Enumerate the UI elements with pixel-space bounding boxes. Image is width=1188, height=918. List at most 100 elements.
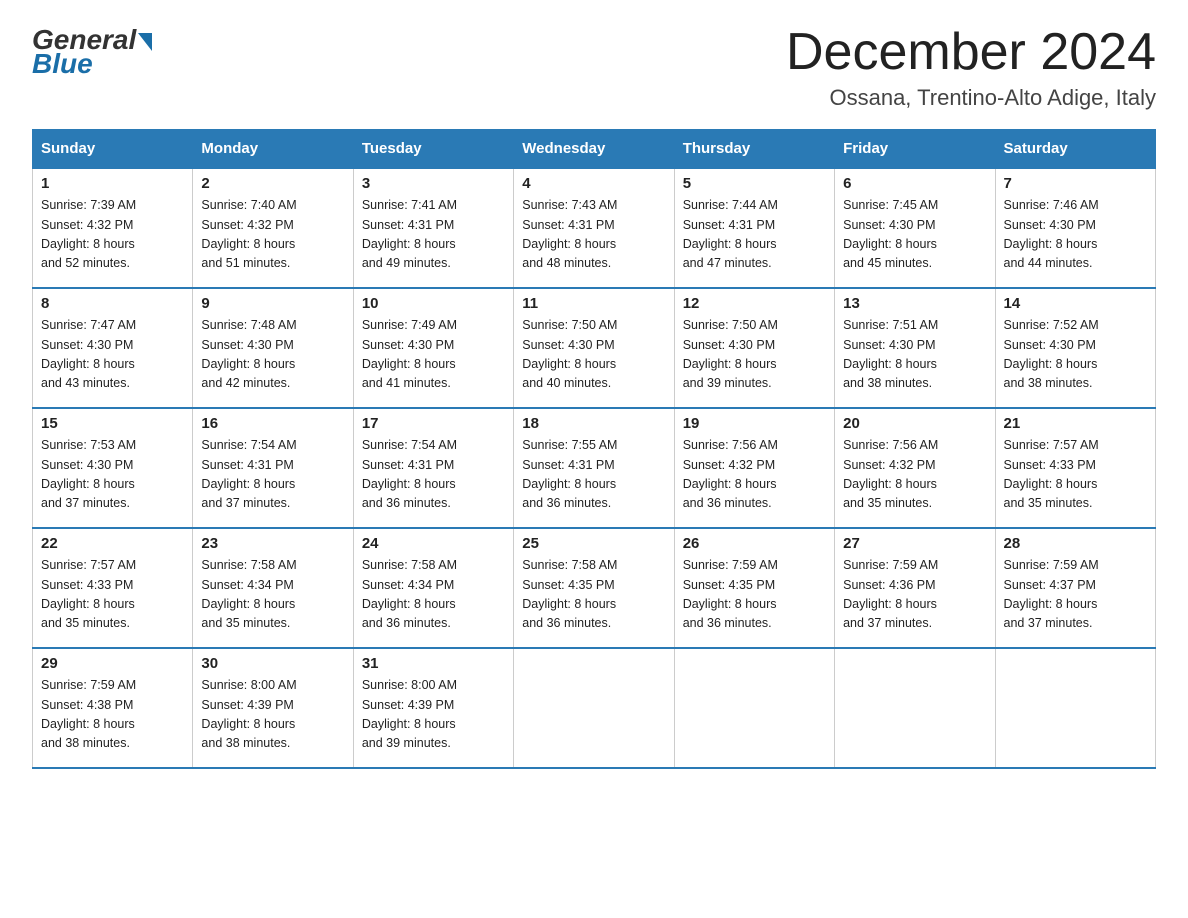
day-number: 22 xyxy=(41,535,184,552)
day-number: 21 xyxy=(1004,415,1147,432)
location-title: Ossana, Trentino-Alto Adige, Italy xyxy=(786,85,1156,111)
header-monday: Monday xyxy=(193,130,353,169)
day-number: 6 xyxy=(843,175,986,192)
day-number: 5 xyxy=(683,175,826,192)
day-number: 25 xyxy=(522,535,665,552)
day-info: Sunrise: 7:58 AMSunset: 4:35 PMDaylight:… xyxy=(522,556,665,634)
day-number: 10 xyxy=(362,295,505,312)
day-number: 4 xyxy=(522,175,665,192)
header-saturday: Saturday xyxy=(995,130,1155,169)
calendar-cell: 19 Sunrise: 7:56 AMSunset: 4:32 PMDayligh… xyxy=(674,408,834,528)
calendar-cell: 29 Sunrise: 7:59 AMSunset: 4:38 PMDayligh… xyxy=(33,648,193,768)
calendar-cell: 30 Sunrise: 8:00 AMSunset: 4:39 PMDayligh… xyxy=(193,648,353,768)
day-info: Sunrise: 7:49 AMSunset: 4:30 PMDaylight:… xyxy=(362,316,505,394)
header-tuesday: Tuesday xyxy=(353,130,513,169)
week-row-1: 1 Sunrise: 7:39 AMSunset: 4:32 PMDaylight… xyxy=(33,168,1156,288)
calendar-cell: 17 Sunrise: 7:54 AMSunset: 4:31 PMDayligh… xyxy=(353,408,513,528)
month-title: December 2024 xyxy=(786,24,1156,81)
day-info: Sunrise: 7:40 AMSunset: 4:32 PMDaylight:… xyxy=(201,196,344,274)
day-number: 16 xyxy=(201,415,344,432)
day-info: Sunrise: 7:57 AMSunset: 4:33 PMDaylight:… xyxy=(41,556,184,634)
day-number: 1 xyxy=(41,175,184,192)
day-number: 9 xyxy=(201,295,344,312)
calendar-cell: 10 Sunrise: 7:49 AMSunset: 4:30 PMDayligh… xyxy=(353,288,513,408)
day-info: Sunrise: 7:58 AMSunset: 4:34 PMDaylight:… xyxy=(201,556,344,634)
day-info: Sunrise: 7:59 AMSunset: 4:38 PMDaylight:… xyxy=(41,676,184,754)
day-number: 11 xyxy=(522,295,665,312)
day-info: Sunrise: 7:59 AMSunset: 4:37 PMDaylight:… xyxy=(1004,556,1147,634)
day-number: 7 xyxy=(1004,175,1147,192)
day-number: 26 xyxy=(683,535,826,552)
calendar-cell: 31 Sunrise: 8:00 AMSunset: 4:39 PMDayligh… xyxy=(353,648,513,768)
day-info: Sunrise: 7:56 AMSunset: 4:32 PMDaylight:… xyxy=(683,436,826,514)
calendar-cell: 1 Sunrise: 7:39 AMSunset: 4:32 PMDaylight… xyxy=(33,168,193,288)
calendar-cell: 12Sunrise: 7:50 AMSunset: 4:30 PMDayligh… xyxy=(674,288,834,408)
day-info: Sunrise: 7:54 AMSunset: 4:31 PMDaylight:… xyxy=(362,436,505,514)
day-number: 27 xyxy=(843,535,986,552)
day-number: 24 xyxy=(362,535,505,552)
calendar-cell xyxy=(674,648,834,768)
day-info: Sunrise: 7:56 AMSunset: 4:32 PMDaylight:… xyxy=(843,436,986,514)
day-info: Sunrise: 7:44 AMSunset: 4:31 PMDaylight:… xyxy=(683,196,826,274)
day-info: Sunrise: 7:50 AMSunset: 4:30 PMDaylight:… xyxy=(522,316,665,394)
day-number: 15 xyxy=(41,415,184,432)
day-info: Sunrise: 7:55 AMSunset: 4:31 PMDaylight:… xyxy=(522,436,665,514)
week-row-5: 29 Sunrise: 7:59 AMSunset: 4:38 PMDayligh… xyxy=(33,648,1156,768)
day-number: 13 xyxy=(843,295,986,312)
day-number: 12 xyxy=(683,295,826,312)
calendar-cell: 6 Sunrise: 7:45 AMSunset: 4:30 PMDaylight… xyxy=(835,168,995,288)
calendar-cell: 9 Sunrise: 7:48 AMSunset: 4:30 PMDaylight… xyxy=(193,288,353,408)
week-row-4: 22 Sunrise: 7:57 AMSunset: 4:33 PMDayligh… xyxy=(33,528,1156,648)
calendar-cell: 16 Sunrise: 7:54 AMSunset: 4:31 PMDayligh… xyxy=(193,408,353,528)
day-info: Sunrise: 7:59 AMSunset: 4:36 PMDaylight:… xyxy=(843,556,986,634)
calendar-cell: 27 Sunrise: 7:59 AMSunset: 4:36 PMDayligh… xyxy=(835,528,995,648)
header-thursday: Thursday xyxy=(674,130,834,169)
header-friday: Friday xyxy=(835,130,995,169)
day-number: 2 xyxy=(201,175,344,192)
day-info: Sunrise: 7:54 AMSunset: 4:31 PMDaylight:… xyxy=(201,436,344,514)
day-number: 31 xyxy=(362,655,505,672)
day-info: Sunrise: 7:43 AMSunset: 4:31 PMDaylight:… xyxy=(522,196,665,274)
day-info: Sunrise: 7:57 AMSunset: 4:33 PMDaylight:… xyxy=(1004,436,1147,514)
calendar-cell: 2 Sunrise: 7:40 AMSunset: 4:32 PMDaylight… xyxy=(193,168,353,288)
title-block: December 2024 Ossana, Trentino-Alto Adig… xyxy=(786,24,1156,111)
calendar-table: SundayMondayTuesdayWednesdayThursdayFrid… xyxy=(32,129,1156,769)
day-info: Sunrise: 7:51 AMSunset: 4:30 PMDaylight:… xyxy=(843,316,986,394)
day-info: Sunrise: 7:53 AMSunset: 4:30 PMDaylight:… xyxy=(41,436,184,514)
day-info: Sunrise: 7:39 AMSunset: 4:32 PMDaylight:… xyxy=(41,196,184,274)
page-header: General Blue December 2024 Ossana, Trent… xyxy=(32,24,1156,111)
day-info: Sunrise: 7:48 AMSunset: 4:30 PMDaylight:… xyxy=(201,316,344,394)
calendar-cell: 13 Sunrise: 7:51 AMSunset: 4:30 PMDayligh… xyxy=(835,288,995,408)
day-info: Sunrise: 7:58 AMSunset: 4:34 PMDaylight:… xyxy=(362,556,505,634)
day-info: Sunrise: 7:41 AMSunset: 4:31 PMDaylight:… xyxy=(362,196,505,274)
day-number: 30 xyxy=(201,655,344,672)
logo-arrow-icon xyxy=(138,33,152,51)
day-number: 20 xyxy=(843,415,986,432)
day-info: Sunrise: 7:45 AMSunset: 4:30 PMDaylight:… xyxy=(843,196,986,274)
calendar-cell: 28Sunrise: 7:59 AMSunset: 4:37 PMDayligh… xyxy=(995,528,1155,648)
calendar-header-row: SundayMondayTuesdayWednesdayThursdayFrid… xyxy=(33,130,1156,169)
day-number: 17 xyxy=(362,415,505,432)
week-row-3: 15 Sunrise: 7:53 AMSunset: 4:30 PMDayligh… xyxy=(33,408,1156,528)
calendar-cell: 8Sunrise: 7:47 AMSunset: 4:30 PMDaylight… xyxy=(33,288,193,408)
calendar-cell: 14 Sunrise: 7:52 AMSunset: 4:30 PMDayligh… xyxy=(995,288,1155,408)
calendar-cell: 23 Sunrise: 7:58 AMSunset: 4:34 PMDayligh… xyxy=(193,528,353,648)
day-info: Sunrise: 8:00 AMSunset: 4:39 PMDaylight:… xyxy=(362,676,505,754)
calendar-cell xyxy=(835,648,995,768)
day-number: 8 xyxy=(41,295,184,312)
day-info: Sunrise: 7:46 AMSunset: 4:30 PMDaylight:… xyxy=(1004,196,1147,274)
calendar-cell: 25 Sunrise: 7:58 AMSunset: 4:35 PMDayligh… xyxy=(514,528,674,648)
calendar-cell: 18Sunrise: 7:55 AMSunset: 4:31 PMDayligh… xyxy=(514,408,674,528)
calendar-cell: 15 Sunrise: 7:53 AMSunset: 4:30 PMDayligh… xyxy=(33,408,193,528)
day-number: 29 xyxy=(41,655,184,672)
day-number: 3 xyxy=(362,175,505,192)
calendar-cell: 7 Sunrise: 7:46 AMSunset: 4:30 PMDaylight… xyxy=(995,168,1155,288)
day-number: 14 xyxy=(1004,295,1147,312)
day-number: 19 xyxy=(683,415,826,432)
day-info: Sunrise: 8:00 AMSunset: 4:39 PMDaylight:… xyxy=(201,676,344,754)
day-info: Sunrise: 7:52 AMSunset: 4:30 PMDaylight:… xyxy=(1004,316,1147,394)
header-wednesday: Wednesday xyxy=(514,130,674,169)
calendar-cell xyxy=(995,648,1155,768)
calendar-cell: 3 Sunrise: 7:41 AMSunset: 4:31 PMDaylight… xyxy=(353,168,513,288)
day-number: 23 xyxy=(201,535,344,552)
